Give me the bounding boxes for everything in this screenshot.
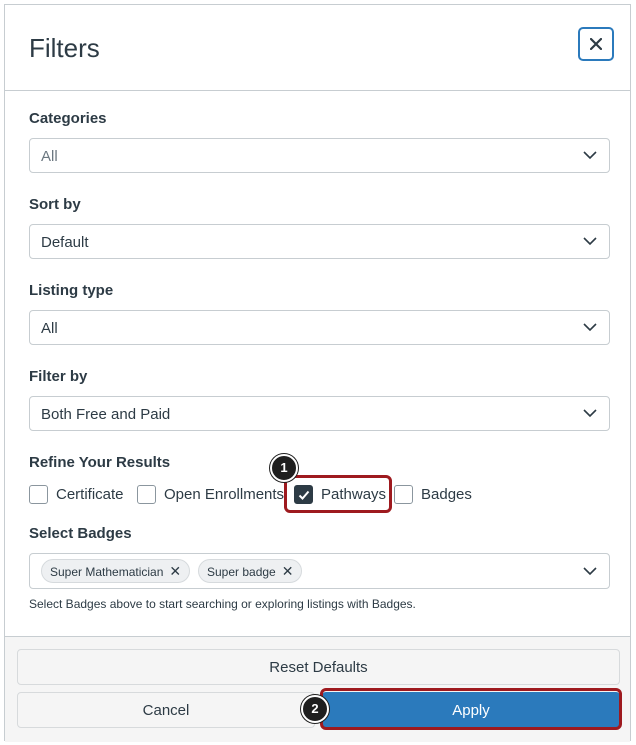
listing-type-value: All	[41, 320, 58, 337]
categories-value: All	[41, 148, 58, 165]
categories-label: Categories	[29, 110, 107, 127]
categories-select[interactable]: All	[29, 138, 610, 173]
close-button[interactable]	[578, 27, 614, 61]
dialog-header: Filters	[5, 5, 630, 91]
badge-tag[interactable]: Super badge ✕	[198, 559, 303, 583]
filter-by-value: Both Free and Paid	[41, 406, 171, 423]
listing-type-label: Listing type	[29, 282, 114, 299]
sort-by-select[interactable]: Default	[29, 224, 610, 259]
remove-tag-icon[interactable]: ✕	[169, 560, 181, 582]
chevron-down-icon	[583, 567, 597, 576]
checkbox-box	[137, 485, 156, 504]
chevron-down-icon	[583, 151, 597, 160]
checkbox-box	[394, 485, 413, 504]
cancel-button[interactable]: Cancel	[17, 692, 315, 728]
badges-help-text: Select Badges above to start searching o…	[29, 597, 416, 611]
refine-label: Refine Your Results	[29, 454, 171, 471]
reset-defaults-button[interactable]: Reset Defaults	[17, 649, 620, 685]
callout-highlight-1	[284, 475, 392, 513]
filters-dialog: Filters Categories All Sort by Default L…	[4, 4, 631, 742]
chevron-down-icon	[583, 409, 597, 418]
callout-highlight-2	[320, 688, 622, 730]
remove-tag-icon[interactable]: ✕	[282, 560, 294, 582]
chevron-down-icon	[583, 323, 597, 332]
listing-type-select[interactable]: All	[29, 310, 610, 345]
tag-label: Super Mathematician	[50, 565, 164, 579]
select-badges-label: Select Badges	[29, 525, 132, 542]
callout-number-1: 1	[270, 454, 298, 482]
chevron-down-icon	[583, 237, 597, 246]
badge-tag[interactable]: Super Mathematician ✕	[41, 559, 191, 583]
sort-by-value: Default	[41, 234, 89, 251]
filter-by-label: Filter by	[29, 368, 88, 385]
checkbox-box	[29, 485, 48, 504]
close-icon	[590, 38, 602, 50]
filter-by-select[interactable]: Both Free and Paid	[29, 396, 610, 431]
checkbox-label: Badges	[421, 486, 472, 503]
callout-number-2: 2	[301, 695, 329, 723]
dialog-title: Filters	[29, 33, 100, 63]
badges-multiselect[interactable]: Super Mathematician ✕ Super badge ✕	[29, 553, 610, 589]
tag-label: Super badge	[207, 565, 276, 579]
checkbox-label: Open Enrollments	[164, 486, 285, 503]
checkbox-label: Certificate	[56, 486, 124, 503]
sort-by-label: Sort by	[29, 196, 81, 213]
